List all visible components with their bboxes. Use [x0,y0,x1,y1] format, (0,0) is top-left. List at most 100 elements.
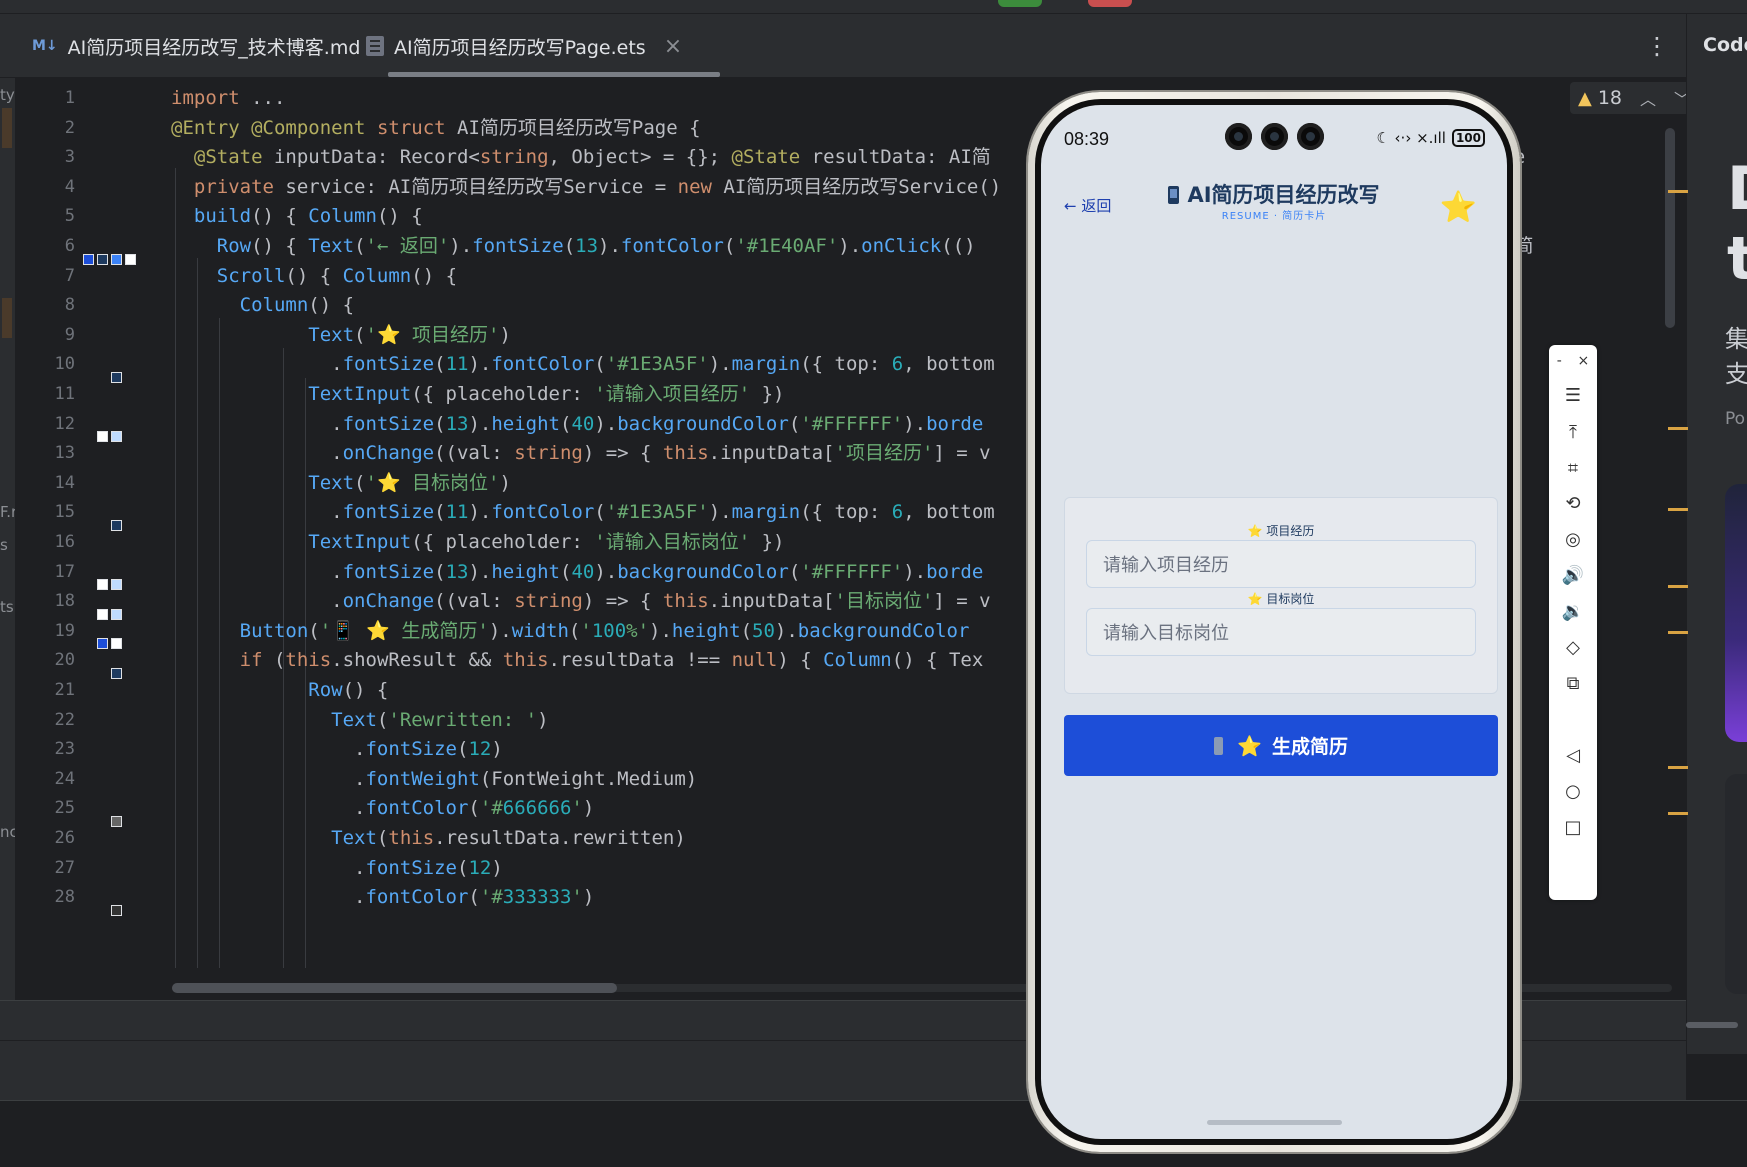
code-line[interactable]: Row() { [171,674,388,707]
phone-screen[interactable]: 08:39 ☾ ‹·› ×.ıll 100 ← 返回 AI简历项目经历改写 RE… [1041,105,1507,1139]
menu-icon[interactable]: ☰ [1549,385,1597,406]
code-line[interactable]: .fontColor('#333333') [171,881,594,914]
ide-window: M↓ AI简历项目经历改写_技术博客.md AI简历项目经历改写Page.ets… [0,0,1747,1167]
app-subtitle: RESUME · 简历卡片 [1221,211,1327,222]
copy-icon[interactable]: ⧉ [1549,673,1597,694]
code-line[interactable]: .fontSize(12) [171,733,503,766]
panel-text-fragment: 集 [1725,325,1747,353]
truncated-label: ty [0,86,15,104]
code-line[interactable]: .fontSize(11).fontColor('#1E3A5F').margi… [171,348,995,381]
error-stripe-mark[interactable] [1668,427,1688,430]
rotate-icon[interactable]: ⟲ [1549,493,1597,514]
code-line[interactable]: Text('Rewritten: ') [171,704,548,737]
back-nav-icon[interactable]: ◁ [1549,745,1597,766]
code-line[interactable]: private service: AI简历项目经历改写Service = new… [171,171,1001,204]
horizontal-scrollbar[interactable] [172,983,617,993]
code-line[interactable]: TextInput({ placeholder: '请输入项目经历' }) [171,378,784,411]
volume-down-icon[interactable]: 🔉 [1549,601,1597,622]
eraser-icon[interactable]: ◇ [1549,637,1597,658]
tab-markdown[interactable]: M↓ AI简历项目经历改写_技术博客.md [32,14,360,78]
close-icon[interactable]: × [1577,353,1589,371]
app-header: ← 返回 AI简历项目经历改写 RESUME · 简历卡片 ⭐ [1041,165,1507,235]
code-line[interactable]: @State inputData: Record<string, Object>… [171,141,991,174]
warning-count: 18 [1597,87,1623,109]
toolbar-window-controls: - × [1549,353,1597,371]
stop-indicator[interactable] [1088,0,1132,7]
tab-label: AI简历项目经历改写_技术博客.md [67,36,361,59]
pin-top-icon[interactable]: ⤒ [1549,422,1597,443]
tool-window-title[interactable]: Code [1703,34,1747,56]
panel-card[interactable] [1725,774,1747,994]
bookmark-mark [2,298,12,338]
warning-icon: ▲ [1578,87,1592,109]
code-line[interactable]: if (this.showResult && this.resultData !… [171,644,984,677]
code-line[interactable]: Column() { [171,289,354,322]
field-label-project: ⭐ 项目经历 [1247,524,1315,538]
phone-status-bar: 08:39 ☾ ‹·› ×.ıll 100 [1041,105,1507,155]
code-line[interactable]: .fontSize(13).height(40).backgroundColor… [171,556,983,589]
button-label: 生成简历 [1271,736,1348,758]
panel-scrollbar[interactable] [1686,1022,1738,1028]
vertical-scrollbar[interactable] [1665,128,1675,328]
code-line[interactable]: .onChange((val: string) => { this.inputD… [171,437,990,470]
error-stripe-mark[interactable] [1668,766,1688,769]
error-stripe-mark[interactable] [1668,508,1688,511]
markdown-file-icon: M↓ [32,38,58,54]
code-line[interactable]: build() { Column() { [171,200,423,233]
target-position-input[interactable]: 请输入目标岗位 [1086,608,1476,656]
phone-bezel: 08:39 ☾ ‹·› ×.ıll 100 ← 返回 AI简历项目经历改写 RE… [1035,99,1513,1145]
star-icon[interactable]: ⭐ [1440,190,1477,225]
phone-icon [1214,736,1224,755]
screenshot-icon[interactable]: ◎ [1549,529,1597,550]
phone-emulator: 08:39 ☾ ‹·› ×.ıll 100 ← 返回 AI简历项目经历改写 RE… [1028,92,1520,1152]
code-line[interactable]: .fontSize(11).fontColor('#1E3A5F').margi… [171,496,995,529]
home-nav-icon[interactable]: ○ [1549,781,1597,802]
chevron-down-icon[interactable]: ﹀ [1674,86,1686,110]
tab-ets-page[interactable]: AI简历项目经历改写Page.ets × [366,14,682,78]
code-line[interactable]: Text('⭐ 目标岗位') [171,467,511,500]
chevron-up-icon[interactable]: ︿ [1640,86,1656,110]
crop-icon[interactable]: ⌗ [1549,458,1597,479]
truncated-label: F.r [0,503,15,521]
code-line[interactable]: .onChange((val: string) => { this.inputD… [171,585,990,618]
error-stripe-mark[interactable] [1668,812,1688,815]
error-stripe-mark[interactable] [1668,585,1688,588]
active-tab-indicator [388,72,720,77]
panel-text-fragment: Po [1725,409,1746,429]
panel-text-fragment: 支 [1725,360,1747,388]
more-options-icon[interactable]: ⋮ [1645,14,1669,78]
project-experience-input[interactable]: 请输入项目经历 [1086,540,1476,588]
code-line[interactable]: Row() { Text('← 返回').fontSize(13).fontCo… [171,230,976,263]
status-time: 08:39 [1064,129,1110,149]
recents-nav-icon[interactable]: □ [1549,817,1597,838]
panel-banner[interactable] [1725,484,1747,742]
status-icons: ☾ ‹·› ×.ıll 100 [1376,127,1485,149]
left-tool-strip: ty F.r s ts nc [0,78,15,1038]
code-line[interactable]: import ... [171,82,285,115]
volume-up-icon[interactable]: 🔊 [1549,565,1597,586]
code-line[interactable]: Scroll() { Column() { [171,260,457,293]
code-line[interactable]: .fontWeight(FontWeight.Medium) [171,763,697,796]
code-line[interactable]: @Entry @Component struct AI简历项目经历改写Page … [171,112,701,145]
minimize-icon[interactable]: - [1557,353,1562,371]
right-tool-window: Code D t 集 支 Po [1686,14,1747,1054]
error-stripe-mark[interactable] [1668,631,1688,634]
home-indicator[interactable] [1207,1120,1342,1125]
code-line[interactable]: .fontSize(13).height(40).backgroundColor… [171,408,983,441]
camera-icon [1261,123,1288,150]
inspection-widget[interactable]: ▲ 18 ︿ ﹀ [1570,82,1686,114]
ets-file-icon [366,36,384,56]
battery-icon: 100 [1451,129,1485,147]
code-line[interactable]: .fontColor('#666666') [171,792,594,825]
code-line[interactable]: Text('⭐ 项目经历') [171,319,511,352]
code-line[interactable]: Text(this.resultData.rewritten) [171,822,686,855]
emulator-toolbar: - × ☰ ⤒ ⌗ ⟲ ◎ 🔊 🔉 ◇ ⧉ ◁ ○ □ [1549,345,1597,900]
code-line[interactable]: TextInput({ placeholder: '请输入目标岗位' }) [171,526,784,559]
run-indicator[interactable] [998,0,1042,7]
close-icon[interactable]: × [664,34,682,59]
error-stripe-mark[interactable] [1668,190,1688,193]
generate-resume-button[interactable]: ⭐ 生成简历 [1064,715,1498,776]
title-strip [0,0,1747,14]
code-line[interactable]: Button('📱 ⭐ 生成简历').width('100%').height(… [171,615,970,648]
code-line[interactable]: .fontSize(12) [171,852,503,885]
